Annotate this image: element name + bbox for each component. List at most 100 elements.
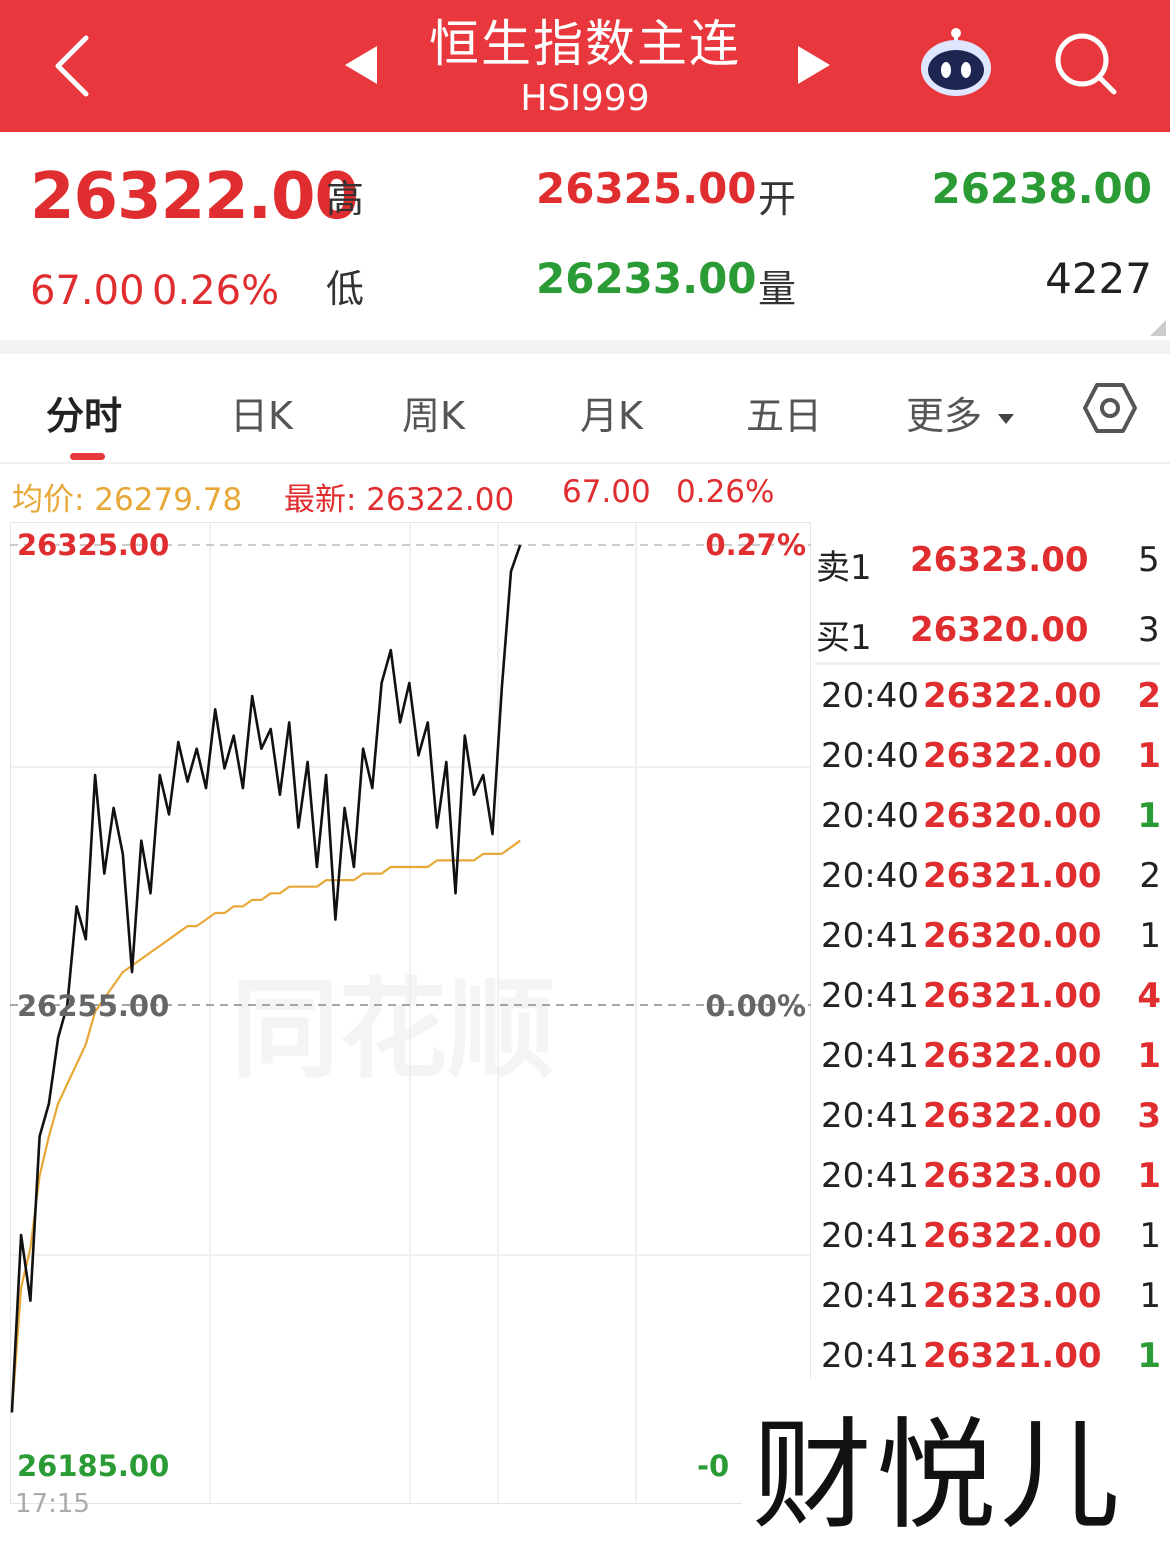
- tick-price: 26322.00: [923, 736, 1102, 776]
- chart-start-time: 17:15: [15, 1489, 90, 1519]
- tick-row: 20:41 26323.00 1: [821, 1276, 1161, 1336]
- tick-time: 20:41: [821, 1336, 919, 1376]
- chart-top-price: 26325.00: [17, 528, 170, 562]
- tick-volume: 1: [1139, 1276, 1161, 1316]
- tick-row: 20:40 26322.00 1: [821, 736, 1161, 796]
- robot-assistant-icon[interactable]: [918, 24, 994, 100]
- tick-row: 20:40 26322.00 2: [821, 676, 1161, 736]
- settings-hexagon-icon[interactable]: [1082, 382, 1138, 434]
- tick-time: 20:40: [821, 796, 919, 836]
- tick-price: 26322.00: [923, 1216, 1102, 1256]
- latest-change: 67.00: [562, 474, 651, 510]
- tick-price: 26323.00: [923, 1276, 1102, 1316]
- orderbook-divider: [815, 662, 1160, 665]
- tick-row: 20:41 26323.00 1: [821, 1156, 1161, 1216]
- active-tab-indicator: [70, 453, 105, 460]
- tick-price: 26321.00: [923, 976, 1102, 1016]
- sell1-volume: 5: [1138, 540, 1160, 580]
- chart-mid-price: 26255.00: [17, 989, 170, 1023]
- tick-volume: 1: [1137, 796, 1161, 836]
- tick-price: 26320.00: [923, 796, 1102, 836]
- price-change: 67.00: [30, 268, 145, 314]
- buy1-label: 买1: [816, 618, 872, 658]
- dropdown-caret-icon: [998, 413, 1015, 424]
- brand-overlay: 财悦儿: [742, 1378, 1170, 1546]
- tab-weekly-k[interactable]: 周K: [402, 385, 465, 440]
- tick-time: 20:41: [821, 1216, 919, 1256]
- avg-price-text: 均价: 26279.78: [12, 482, 243, 518]
- tick-row: 20:40 26320.00 1: [821, 796, 1161, 856]
- tick-row: 20:41 26322.00 3: [821, 1096, 1161, 1156]
- tick-volume: 1: [1137, 1156, 1161, 1196]
- tick-row: 20:41 26322.00 1: [821, 1216, 1161, 1276]
- low-value: 26233.00: [536, 254, 757, 303]
- brand-text: 财悦儿: [752, 1407, 1124, 1546]
- intraday-chart[interactable]: 同花顺 26325.00 0.27% 26255.00 0.00% 26185.…: [10, 522, 811, 1519]
- tick-time: 20:40: [821, 856, 919, 896]
- price-change-pct: 0.26%: [152, 268, 280, 314]
- tick-volume: 1: [1139, 916, 1161, 956]
- tick-row: 20:41 26320.00 1: [821, 916, 1161, 976]
- sell1-label: 卖1: [816, 548, 872, 588]
- tick-time: 20:41: [821, 1156, 919, 1196]
- tick-time: 20:41: [821, 1276, 919, 1316]
- buy1-volume: 3: [1138, 610, 1160, 650]
- tab-daily-k[interactable]: 日K: [230, 385, 293, 440]
- expand-corner-icon[interactable]: [1150, 320, 1166, 336]
- price-line: [10, 544, 522, 1413]
- buy1-price: 26320.00: [910, 610, 1089, 650]
- tick-volume: 1: [1137, 1336, 1161, 1376]
- sell1-price: 26323.00: [910, 540, 1089, 580]
- tick-volume: 1: [1137, 1036, 1161, 1076]
- tick-volume: 2: [1139, 856, 1161, 896]
- tick-time: 20:40: [821, 676, 919, 716]
- tick-volume: 1: [1137, 736, 1161, 776]
- tick-price: 26322.00: [923, 1096, 1102, 1136]
- tick-price: 26322.00: [923, 1036, 1102, 1076]
- latest-price-text: 最新: 26322.00: [284, 482, 515, 518]
- tick-time: 20:41: [821, 1096, 919, 1136]
- tab-more-label: 更多: [906, 394, 983, 438]
- chart-top-pct: 0.27%: [705, 528, 806, 562]
- tick-price: 26323.00: [923, 1156, 1102, 1196]
- tab-bar-border: [0, 462, 1170, 464]
- chart-bottom-price: 26185.00: [17, 1449, 170, 1483]
- volume-value: 4227: [1045, 254, 1152, 303]
- tick-volume: 2: [1137, 676, 1161, 716]
- search-icon[interactable]: [1052, 30, 1118, 96]
- section-divider: [0, 340, 1170, 354]
- tick-price: 26321.00: [923, 1336, 1102, 1376]
- volume-label: 量: [758, 267, 797, 311]
- avg-price-line: [10, 839, 521, 1413]
- instrument-code: HSI999: [520, 78, 650, 119]
- open-value: 26238.00: [931, 164, 1152, 213]
- latest-change-pct: 0.26%: [676, 474, 775, 510]
- low-label: 低: [326, 267, 365, 311]
- page-title: 恒生指数主连: [429, 15, 741, 73]
- app-header: 恒生指数主连 HSI999: [0, 0, 1170, 132]
- next-triangle-icon[interactable]: [796, 44, 832, 86]
- tick-price: 26322.00: [923, 676, 1102, 716]
- tick-price: 26321.00: [923, 856, 1102, 896]
- tick-row: 20:41 26322.00 1: [821, 1036, 1161, 1096]
- tick-volume: 3: [1137, 1096, 1161, 1136]
- tab-intraday[interactable]: 分时: [46, 385, 122, 440]
- high-value: 26325.00: [536, 164, 757, 213]
- tab-monthly-k[interactable]: 月K: [580, 385, 643, 440]
- last-price: 26322.00: [30, 160, 359, 234]
- tick-time: 20:40: [821, 736, 919, 776]
- tick-volume: 1: [1139, 1216, 1161, 1256]
- chart-bottom-pct: -0: [697, 1449, 730, 1483]
- tick-time: 20:41: [821, 916, 919, 956]
- tick-time: 20:41: [821, 1036, 919, 1076]
- tick-price: 26320.00: [923, 916, 1102, 956]
- tab-five-day[interactable]: 五日: [746, 385, 822, 440]
- tick-volume: 4: [1137, 976, 1161, 1016]
- tick-time: 20:41: [821, 976, 919, 1016]
- high-label: 高: [326, 177, 365, 221]
- tick-row: 20:40 26321.00 2: [821, 856, 1161, 916]
- tick-row: 20:41 26321.00 4: [821, 976, 1161, 1036]
- tab-more[interactable]: 更多: [906, 385, 1016, 440]
- chart-mid-pct: 0.00%: [705, 989, 806, 1023]
- open-label: 开: [758, 177, 797, 221]
